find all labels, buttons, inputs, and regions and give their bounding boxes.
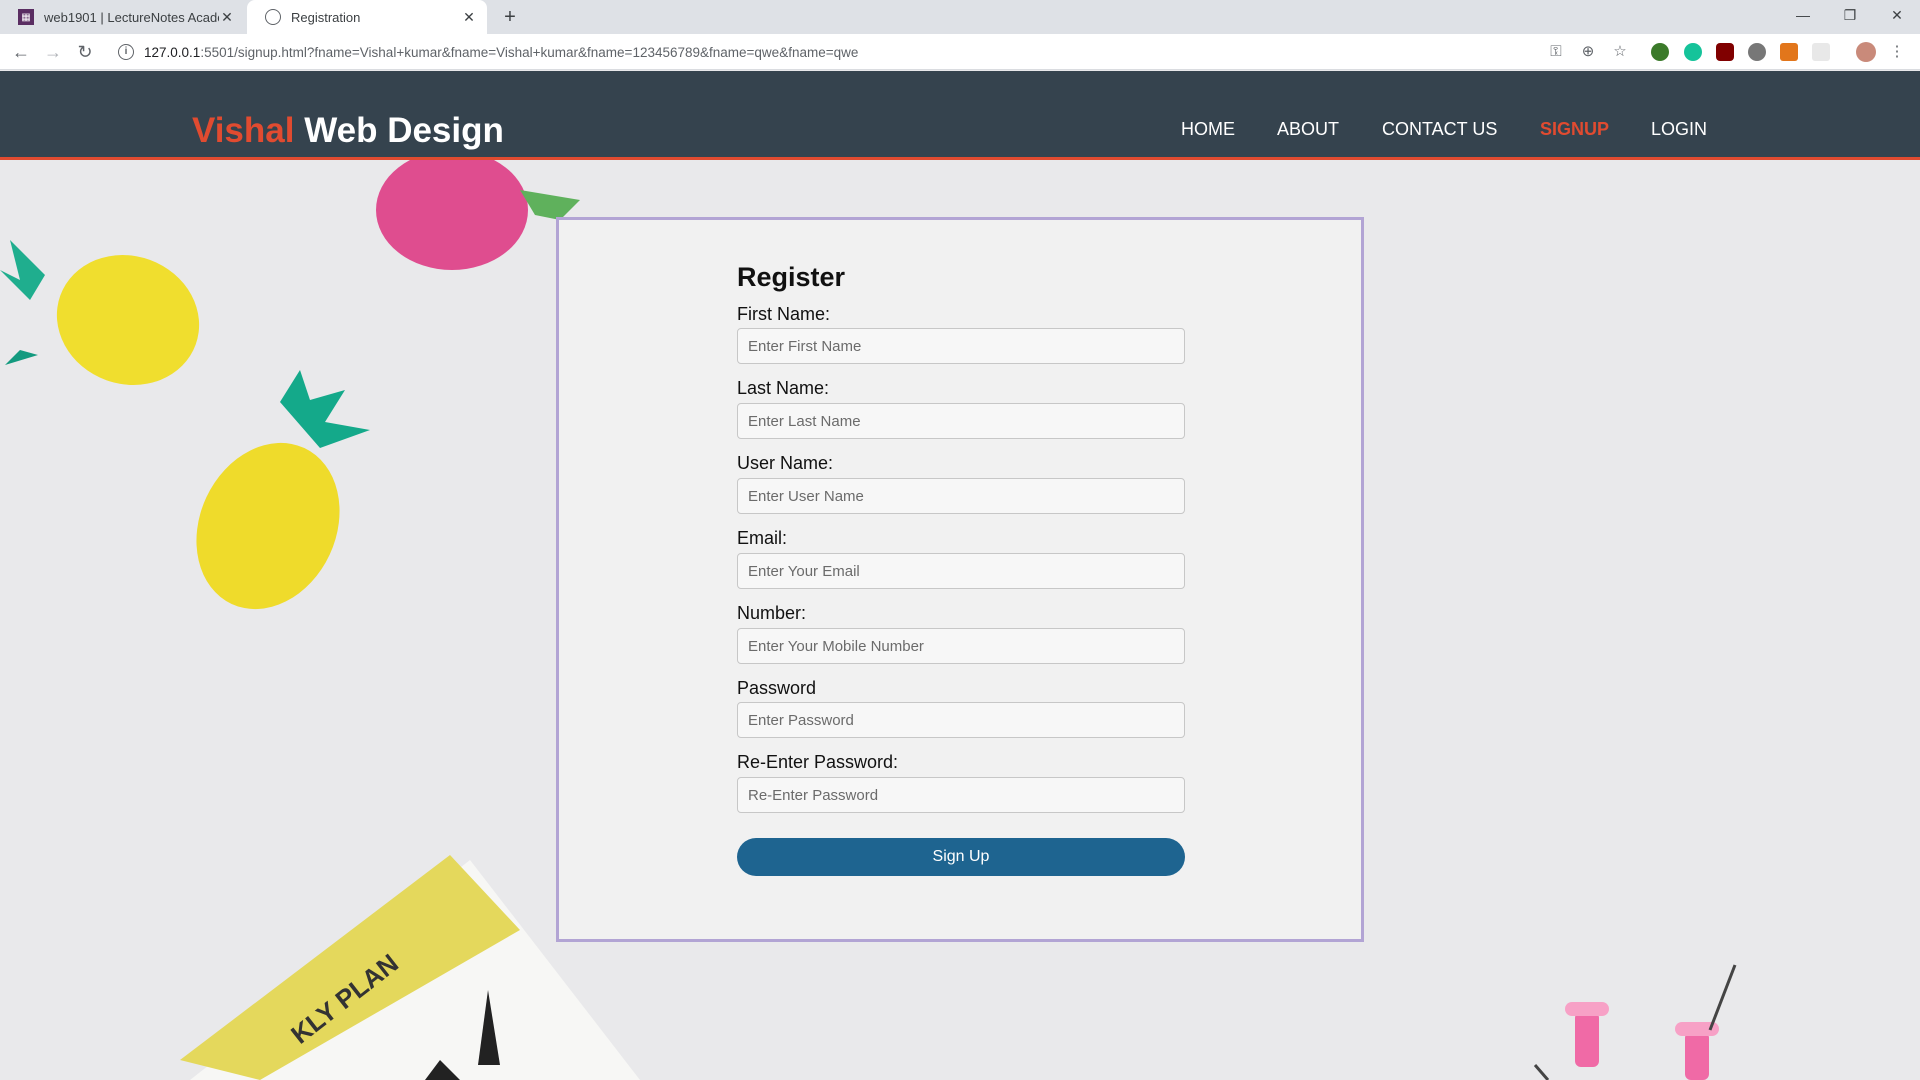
nav-about[interactable]: ABOUT: [1277, 119, 1339, 140]
password-label: Password: [737, 678, 817, 698]
minimize-icon[interactable]: —: [1780, 0, 1826, 30]
web-page: KLY PLAN Vishal Web Design HOME ABOUT CO…: [0, 71, 1920, 1080]
close-tab-icon[interactable]: ✕: [219, 9, 235, 26]
sign-up-button[interactable]: Sign Up: [737, 838, 1185, 876]
nav-signup[interactable]: SIGNUP: [1540, 119, 1609, 140]
site-header: Vishal Web Design HOME ABOUT CONTACT US …: [0, 71, 1920, 160]
menu-kebab-icon[interactable]: ⋮: [1887, 42, 1907, 62]
forward-arrow-icon[interactable]: →: [41, 40, 65, 64]
first-name-label: First Name:: [737, 304, 831, 324]
last-name-input[interactable]: [737, 403, 1185, 439]
reload-icon[interactable]: ↻: [73, 40, 97, 64]
nav-contact-us[interactable]: CONTACT US: [1382, 119, 1497, 140]
tab-title: Registration: [291, 9, 361, 25]
re-enter-password-label: Re-Enter Password:: [737, 752, 899, 772]
number-label: Number:: [737, 603, 807, 623]
close-tab-icon[interactable]: ✕: [461, 9, 477, 26]
logo-accent-text: Vishal: [192, 111, 295, 150]
site-logo[interactable]: Vishal Web Design: [192, 111, 504, 151]
browser-tab-strip: ▦ web1901 | LectureNotes Academ ✕ Regist…: [0, 0, 1920, 34]
nav-login[interactable]: LOGIN: [1651, 119, 1707, 140]
re-enter-password-input[interactable]: [737, 777, 1185, 813]
email-label: Email:: [737, 528, 788, 548]
extension-blank-icon[interactable]: [1812, 43, 1830, 61]
back-arrow-icon[interactable]: ←: [9, 40, 33, 64]
ublock-extension-icon[interactable]: [1716, 43, 1734, 61]
grammarly-extension-icon[interactable]: [1684, 43, 1702, 61]
mobile-number-input[interactable]: [737, 628, 1185, 664]
address-bar[interactable]: i 127.0.0.1:5501/signup.html?fname=Visha…: [108, 38, 1568, 66]
url-text: 127.0.0.1:5501/signup.html?fname=Vishal+…: [144, 44, 859, 60]
form-title: Register: [737, 262, 846, 292]
zoom-icon[interactable]: ⊕: [1578, 42, 1598, 62]
window-close-icon[interactable]: ✕: [1874, 0, 1920, 30]
restore-icon[interactable]: ❐: [1827, 0, 1873, 30]
register-form-card: Register First Name: Last Name: User Nam…: [556, 217, 1364, 942]
first-name-input[interactable]: [737, 328, 1185, 364]
nav-home[interactable]: HOME: [1181, 119, 1235, 140]
last-name-label: Last Name:: [737, 378, 830, 398]
browser-toolbar: ← → ↻ i 127.0.0.1:5501/signup.html?fname…: [0, 34, 1920, 70]
password-input[interactable]: [737, 702, 1185, 738]
extension-circle-icon[interactable]: [1748, 43, 1766, 61]
user-name-label: User Name:: [737, 453, 834, 473]
extension-globe-icon[interactable]: [1651, 43, 1669, 61]
logo-text: Web Design: [304, 111, 504, 150]
bookmark-star-icon[interactable]: ☆: [1610, 42, 1630, 62]
globe-icon: [265, 9, 281, 25]
profile-avatar[interactable]: [1856, 42, 1876, 62]
lecturenotes-favicon-icon: ▦: [18, 9, 34, 25]
email-input[interactable]: [737, 553, 1185, 589]
key-icon[interactable]: ⚿: [1546, 42, 1566, 62]
browser-tab-lecturenotes[interactable]: ▦ web1901 | LectureNotes Academ ✕: [0, 0, 245, 34]
user-name-input[interactable]: [737, 478, 1185, 514]
browser-tab-registration[interactable]: Registration ✕: [247, 0, 487, 34]
metamask-extension-icon[interactable]: [1780, 43, 1798, 61]
new-tab-button[interactable]: +: [498, 5, 522, 29]
site-info-icon[interactable]: i: [118, 44, 134, 60]
tab-title: web1901 | LectureNotes Academ: [44, 9, 219, 25]
